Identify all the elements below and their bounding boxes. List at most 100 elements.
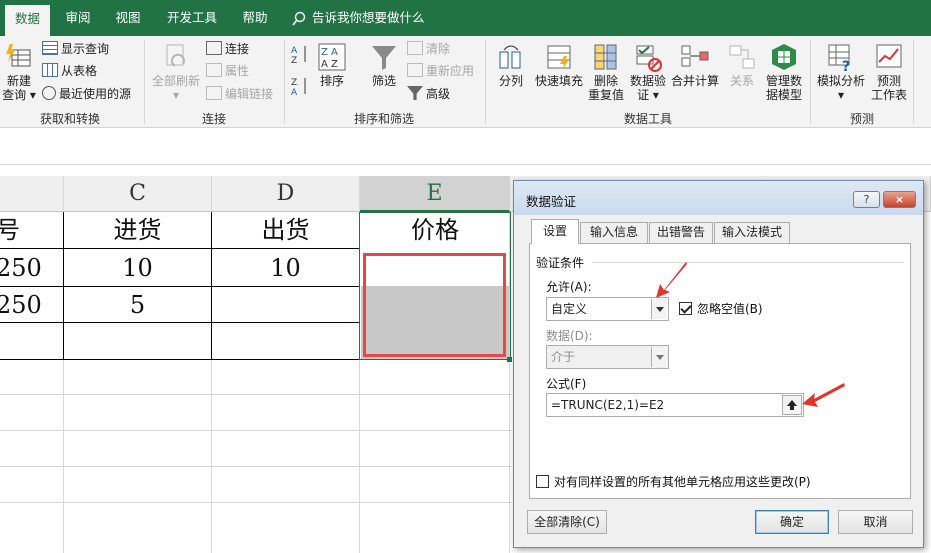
tab-ime-mode[interactable]: 输入法模式 [714,222,790,243]
consolidate-icon [681,45,709,67]
range-select-button[interactable] [782,395,802,415]
connections-button[interactable]: 连接 [206,39,249,59]
clear-filter-icon [407,41,423,55]
filter-icon [372,46,396,70]
recent-sources-label: 最近使用的源 [59,87,132,101]
forecast-sheet-button[interactable]: 预测 工作表 [868,42,910,102]
table-border [0,248,360,249]
svg-text:Z: Z [291,56,297,64]
chevron-down-icon[interactable] [651,347,667,367]
refresh-all-label: 全部刷新 [151,74,200,88]
cell-c1[interactable]: 进货 [64,212,211,248]
refresh-icon [166,44,185,67]
refresh-all-button[interactable]: 全部刷新 ▾ [150,42,202,102]
recent-sources-button[interactable]: 最近使用的源 [42,84,131,104]
clear-all-button[interactable]: 全部清除(C) [527,510,607,534]
connections-icon [206,41,222,55]
cell-d1[interactable]: 出货 [212,212,359,248]
svg-text:A: A [291,88,298,96]
cell-d2[interactable]: 10 [212,250,359,286]
link-icon [206,86,222,100]
group-divider [144,40,145,124]
tab-developer[interactable]: 开发工具 [160,0,224,36]
svg-text:?: ? [842,59,850,72]
new-query-icon [6,44,31,67]
text-to-columns-button[interactable]: 分列 [494,42,528,88]
close-button[interactable]: × [883,191,916,208]
sort-descending-icon: ZA [291,78,306,98]
edit-links-button[interactable]: 编辑链接 [206,84,273,104]
cell-c2[interactable]: 10 [64,250,211,286]
column-header-e[interactable]: E [360,176,510,212]
flash-fill-button[interactable]: 快速填充 [532,42,586,88]
gridline [0,502,512,503]
cell-e1[interactable]: 价格 [360,212,510,248]
column-header-d[interactable]: D [212,176,360,212]
cell-b1[interactable]: 号 [0,212,36,248]
sort-za-button[interactable]: ZA [290,76,310,99]
tell-me-search[interactable]: 告诉我你想要做什么 [292,0,425,36]
data-validation-button[interactable]: 数据验证 ▾ [628,42,668,102]
new-query-button[interactable]: 新建 查询 ▾ [0,42,38,102]
apply-all-checkbox[interactable] [536,475,549,488]
ignore-blank-checkbox[interactable] [679,302,692,315]
column-header-b[interactable] [0,176,64,212]
data-model-label-1: 管理数 [765,74,802,88]
svg-text:A: A [291,46,298,56]
fill-handle[interactable] [507,357,512,362]
advanced-filter-button[interactable]: 高级 [407,84,450,104]
data-value: 介于 [551,350,576,364]
reapply-button[interactable]: 重新应用 [407,61,474,81]
tab-help[interactable]: 帮助 [235,0,275,36]
what-if-label: 模拟分析 [816,74,865,88]
cell-d3[interactable] [212,287,359,323]
manage-data-model-button[interactable]: 管理数 据模型 [762,42,806,102]
ok-button[interactable]: 确定 [755,510,829,534]
tab-review[interactable]: 审阅 [58,0,98,36]
from-table-button[interactable]: 从表格 [42,61,97,81]
clear-filter-button[interactable]: 清除 [407,39,450,59]
cell-b2[interactable]: 250 [0,250,56,286]
cell-b3[interactable]: 250 [0,287,56,323]
forecast-chart-icon [876,44,902,68]
data-model-icon [772,44,796,70]
sort-icon: Z AA Z [318,43,346,71]
allow-select[interactable]: 自定义 [546,297,669,321]
dialog-title-bar[interactable]: 数据验证 ? × [514,181,923,215]
tab-data[interactable]: 数据 [5,5,50,36]
group-divider [485,40,486,124]
sort-az-button[interactable]: AZ [290,44,310,67]
validation-label-1: 数据验 [629,74,666,88]
chevron-down-icon[interactable] [651,299,667,319]
tab-error-alert[interactable]: 出错警告 [649,222,713,243]
connections-label: 连接 [225,42,250,56]
formula-input[interactable]: =TRUNC(E2,1)=E2 [546,393,804,417]
relationships-label: 关系 [729,74,754,88]
data-model-label-2: 据模型 [765,88,802,102]
remove-duplicates-button[interactable]: 删除 重复值 [586,42,626,102]
what-if-analysis-button[interactable]: ? 模拟分析 ▾ [815,42,867,102]
forecast-label-1: 预测 [876,74,901,88]
data-select[interactable]: 介于 [546,345,669,369]
flash-fill-icon [547,45,571,70]
cancel-button[interactable]: 取消 [838,510,913,534]
section-divider [592,262,904,263]
properties-button[interactable]: 属性 [206,61,249,81]
tab-input-message[interactable]: 输入信息 [580,222,648,243]
sort-button[interactable]: Z AA Z 排序 [316,42,348,88]
show-queries-button[interactable]: 显示查询 [42,39,109,59]
tab-view[interactable]: 视图 [108,0,148,36]
column-header-c[interactable]: C [64,176,212,212]
clear-filter-label: 清除 [426,42,451,56]
filter-button[interactable]: 筛选 [364,42,404,88]
split-label: 分列 [498,74,523,88]
consolidate-button[interactable]: 合并计算 [668,42,722,88]
tab-settings[interactable]: 设置 [531,219,579,244]
relationships-button[interactable]: 关系 [724,42,760,88]
help-button[interactable]: ? [853,191,880,208]
cell-c3[interactable]: 5 [64,287,211,323]
forecast-label-2: 工作表 [870,88,907,102]
dialog-title: 数据验证 [526,194,577,209]
ribbon-tab-bar: 数据 审阅 视图 开发工具 帮助 告诉我你想要做什么 [0,0,931,36]
properties-label: 属性 [225,64,250,78]
